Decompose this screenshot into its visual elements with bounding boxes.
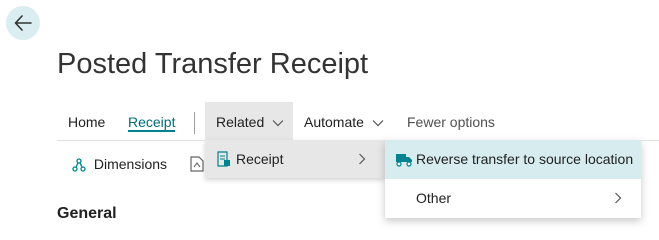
fewer-options-label: Fewer options	[407, 114, 495, 130]
related-menu: Receipt	[205, 140, 385, 178]
action-bar: Home Receipt Related Automate Fewer opti…	[0, 102, 659, 142]
menu-item-receipt[interactable]: Receipt	[205, 140, 385, 178]
arrow-left-icon	[14, 15, 32, 31]
chevron-right-icon	[359, 153, 366, 165]
dimensions-label: Dimensions	[93, 156, 168, 172]
menu-item-other-label: Other	[416, 190, 452, 206]
receipt-icon	[217, 151, 230, 167]
tab-home-label: Home	[68, 114, 106, 130]
chevron-right-icon	[615, 192, 622, 204]
dimensions-button[interactable]: Dimensions	[72, 150, 167, 178]
active-tab-underline	[128, 130, 176, 132]
truck-icon	[396, 154, 412, 167]
chevron-down-icon	[372, 120, 384, 127]
document-icon[interactable]	[190, 156, 204, 172]
tab-automate-label: Automate	[304, 114, 364, 130]
page-title: Posted Transfer Receipt	[57, 48, 369, 80]
back-button[interactable]	[6, 6, 40, 40]
tab-home[interactable]: Home	[68, 102, 105, 142]
tab-automate[interactable]: Automate	[304, 102, 384, 142]
chevron-down-icon	[272, 120, 284, 127]
fewer-options-button[interactable]: Fewer options	[407, 102, 495, 142]
menu-item-reverse-transfer[interactable]: Reverse transfer to source location	[385, 140, 641, 179]
tab-separator	[194, 112, 195, 134]
tab-related[interactable]: Related	[205, 102, 293, 142]
menu-item-receipt-label: Receipt	[236, 151, 284, 167]
tab-related-label: Related	[216, 114, 265, 130]
dimensions-icon	[72, 158, 86, 172]
receipt-submenu: Reverse transfer to source location Othe…	[385, 140, 641, 218]
menu-item-other[interactable]: Other	[385, 179, 641, 218]
menu-item-reverse-transfer-label: Reverse transfer to source location	[416, 151, 634, 167]
section-general: General	[57, 205, 117, 222]
tab-receipt-label: Receipt	[128, 114, 176, 130]
tab-receipt[interactable]: Receipt	[128, 102, 176, 142]
